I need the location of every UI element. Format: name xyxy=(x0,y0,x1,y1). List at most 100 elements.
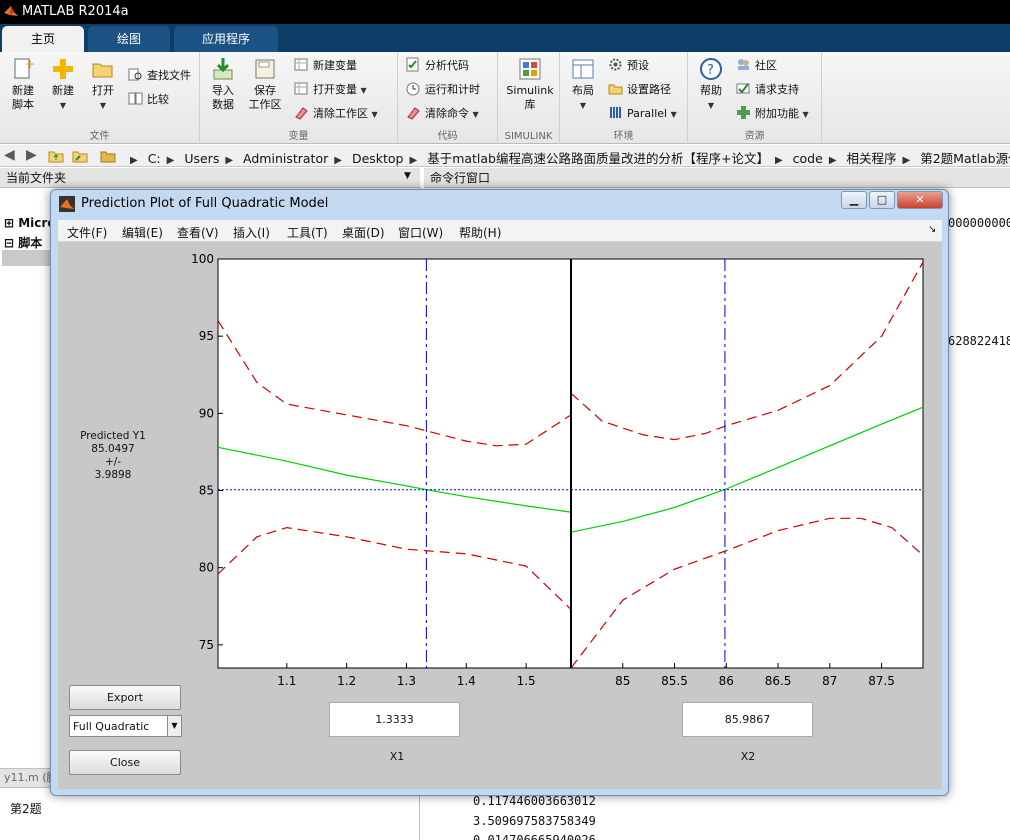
new-variable-button[interactable]: 新建变量 xyxy=(294,56,357,76)
request-support-button[interactable]: 请求支持 xyxy=(736,80,799,100)
gear-icon xyxy=(609,58,622,71)
menu-view[interactable]: 查看(V) xyxy=(177,224,219,241)
group-label-resources: 资源 xyxy=(744,131,765,142)
save-workspace-icon xyxy=(255,59,275,79)
preferences-button[interactable]: 预设 xyxy=(608,56,649,76)
open-button[interactable]: 打开 ▼ xyxy=(82,56,124,113)
x1-axis-label: X1 xyxy=(389,750,405,763)
open-variable-button[interactable]: 打开变量 ▼ xyxy=(294,80,367,100)
crumb-users[interactable]: Users xyxy=(184,151,219,166)
import-data-button[interactable]: 导入 数据 xyxy=(202,56,244,112)
clear-commands-icon xyxy=(407,107,420,120)
group-label-variable: 变量 xyxy=(288,131,309,142)
close-window-button[interactable]: ✕ xyxy=(897,191,943,209)
community-button[interactable]: 社区 xyxy=(736,56,777,76)
close-button[interactable]: Close xyxy=(69,750,181,775)
save-workspace-button[interactable]: 保存 工作区 xyxy=(244,56,286,112)
ribbon-group-environment: 布局 ▼ 预设 设置路径 Parallel ▼ 环境 xyxy=(560,52,688,144)
clear-commands-button[interactable]: 清除命令 ▼ xyxy=(406,104,479,124)
simulink-library-button[interactable]: Simulink 库 xyxy=(502,56,558,112)
new-variable-icon xyxy=(294,58,308,71)
menu-window[interactable]: 窗口(W) xyxy=(398,224,443,241)
x1-value-field[interactable]: 1.3333 xyxy=(329,702,460,737)
menu-tools[interactable]: 工具(T) xyxy=(287,224,328,241)
group-label-file: 文件 xyxy=(89,131,110,142)
forward-arrow-icon[interactable]: ▶ xyxy=(26,147,37,163)
plot-panel-2 xyxy=(570,258,924,669)
panel-menu-icon[interactable]: ▼ xyxy=(404,171,411,181)
y-tick-label: 75 xyxy=(199,638,214,652)
x-tick-label: 85 xyxy=(615,674,630,688)
ribbon: + 新建 脚本 新建 ▼ 打开 ▼ 查找文件 比较 文件 导入 数据 保存 工作区 xyxy=(0,52,1010,144)
crumb-project[interactable]: 基于matlab编程高速公路路面质量改进的分析【程序+论文】 xyxy=(427,151,769,166)
new-button[interactable]: 新建 ▼ xyxy=(42,56,84,113)
tab-apps[interactable]: 应用程序 xyxy=(174,26,278,52)
crumb-desktop[interactable]: Desktop xyxy=(352,151,404,166)
menu-help[interactable]: 帮助(H) xyxy=(459,224,501,241)
crumb-drive[interactable]: C: xyxy=(148,151,161,166)
x-tick-label: 1.2 xyxy=(337,674,356,688)
browse-folder-icon[interactable] xyxy=(72,148,88,164)
x-tick-label: 86.5 xyxy=(765,674,792,688)
tab-home[interactable]: 主页 xyxy=(2,26,84,52)
analyze-code-button[interactable]: 分析代码 xyxy=(406,56,469,76)
minimize-button[interactable]: ▁ xyxy=(841,191,867,209)
back-arrow-icon[interactable]: ◀ xyxy=(4,147,15,163)
dock-arrow-icon[interactable]: ↘ xyxy=(928,224,936,235)
run-and-time-icon xyxy=(406,82,420,96)
breadcrumb: ▶ C: ▶ Users ▶ Administrator ▶ Desktop ▶ 基于m… xyxy=(130,148,1010,167)
svg-text:?: ? xyxy=(707,63,714,78)
export-button[interactable]: Export xyxy=(69,685,181,710)
compare-button[interactable]: 比较 xyxy=(128,90,169,110)
new-plus-icon xyxy=(53,59,73,79)
parallel-button[interactable]: Parallel ▼ xyxy=(608,104,677,124)
ribbon-group-simulink: Simulink 库 SIMULINK xyxy=(498,52,560,144)
analyze-code-icon xyxy=(406,57,419,72)
tree-item-scripts[interactable]: ⊟ 脚本 xyxy=(4,234,42,251)
set-path-button[interactable]: 设置路径 xyxy=(608,80,671,100)
request-support-icon xyxy=(736,83,750,94)
selected-row-highlight xyxy=(2,250,50,266)
command-window-header: 命令行窗口 xyxy=(424,168,1010,188)
tree-item-micro[interactable]: ⊞ Micro xyxy=(4,216,56,230)
prediction-plot-window: Prediction Plot of Full Quadratic Model … xyxy=(50,189,949,796)
maximize-button[interactable]: □ xyxy=(869,191,895,209)
x-tick-label: 85.5 xyxy=(661,674,688,688)
addons-button[interactable]: 附加功能 ▼ xyxy=(736,104,809,124)
svg-text:+: + xyxy=(25,57,35,71)
new-script-button[interactable]: + 新建 脚本 xyxy=(2,56,44,112)
tab-plots[interactable]: 绘图 xyxy=(88,26,170,52)
address-bar: ◀ ▶ ▶ C: ▶ Users ▶ Administrator ▶ Desktop ▶… xyxy=(0,145,1010,167)
run-and-time-button[interactable]: 运行和计时 xyxy=(406,80,480,100)
menu-insert[interactable]: 插入(I) xyxy=(233,224,270,241)
addons-plus-icon xyxy=(737,106,750,119)
clear-workspace-button[interactable]: 清除工作区 ▼ xyxy=(294,104,378,124)
import-data-icon xyxy=(213,58,233,80)
compare-icon xyxy=(128,92,143,105)
group-label-simulink: SIMULINK xyxy=(504,131,553,142)
up-folder-icon[interactable] xyxy=(48,148,64,164)
crumb-source[interactable]: 第2题Matlab源代码 xyxy=(920,151,1010,166)
matlab-figure-icon xyxy=(59,196,75,212)
y-tick-label: 95 xyxy=(199,329,214,343)
find-files-button[interactable]: 查找文件 xyxy=(128,66,191,86)
group-label-code: 代码 xyxy=(437,131,458,142)
model-select[interactable]: Full Quadratic ▼ xyxy=(69,715,182,737)
crumb-code[interactable]: code xyxy=(793,151,823,166)
x2-axis-label: X2 xyxy=(740,750,756,763)
command-output-line-2: 3.509697583758349 xyxy=(473,814,596,828)
x-tick-label: 1.1 xyxy=(277,674,296,688)
figure-menubar: 文件(F) 编辑(E) 查看(V) 插入(I) 工具(T) 桌面(D) 窗口(W… xyxy=(58,220,942,242)
menu-edit[interactable]: 编辑(E) xyxy=(122,224,163,241)
layout-button[interactable]: 布局 ▼ xyxy=(562,56,604,113)
help-icon: ? xyxy=(700,58,722,80)
help-button[interactable]: ? 帮助 ▼ xyxy=(690,56,732,113)
menu-desktop[interactable]: 桌面(D) xyxy=(342,224,385,241)
crumb-administrator[interactable]: Administrator xyxy=(243,151,328,166)
menu-file[interactable]: 文件(F) xyxy=(67,224,107,241)
x2-value-field[interactable]: 85.9867 xyxy=(682,702,813,737)
crumb-related[interactable]: 相关程序 xyxy=(847,151,897,166)
x-tick-label: 1.4 xyxy=(457,674,476,688)
ribbon-group-variable: 导入 数据 保存 工作区 新建变量 打开变量 ▼ 清除工作区 ▼ 变量 xyxy=(200,52,398,144)
y-tick-label: 90 xyxy=(199,406,214,420)
